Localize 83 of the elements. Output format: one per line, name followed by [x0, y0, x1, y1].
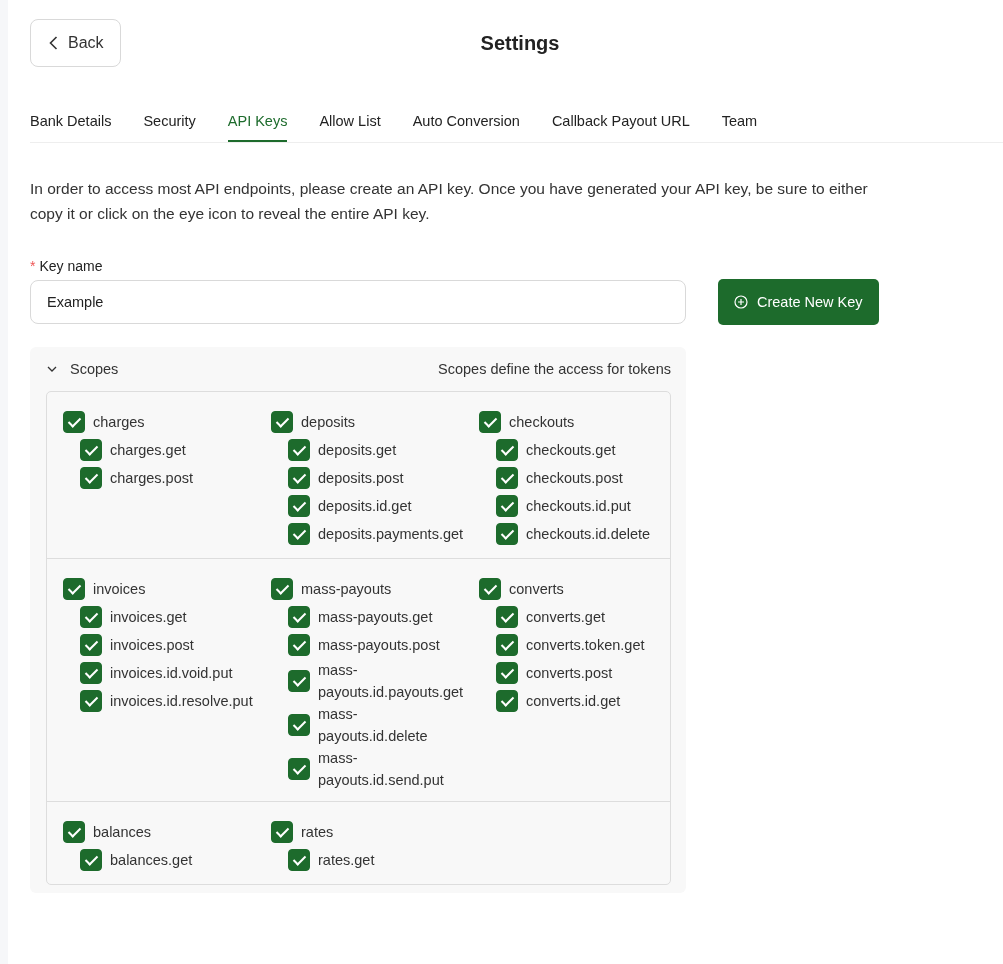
scope-label: mass-payouts: [301, 580, 392, 599]
scope-label: checkouts.post: [526, 469, 623, 488]
scope-label: invoices: [93, 580, 146, 599]
scope-label: deposits.post: [318, 469, 404, 488]
scope-label: checkouts.get: [526, 441, 616, 460]
checkbox[interactable]: [63, 411, 85, 433]
checkbox[interactable]: [288, 849, 310, 871]
checkbox[interactable]: [496, 634, 518, 656]
checkbox[interactable]: [80, 439, 102, 461]
checkbox[interactable]: [288, 714, 310, 736]
checkbox[interactable]: [80, 690, 102, 712]
tab[interactable]: Security: [143, 110, 196, 142]
scope-label: invoices.get: [110, 608, 187, 627]
scope-label: invoices.id.resolve.put: [110, 692, 253, 711]
scope-label: mass-payouts.get: [318, 608, 433, 627]
scope-label: converts.token.get: [526, 636, 645, 655]
tab[interactable]: API Keys: [227, 110, 288, 142]
scope-label: mass-payouts.post: [318, 636, 440, 655]
checkbox[interactable]: [479, 578, 501, 600]
scope-label: converts.post: [526, 664, 613, 683]
scope-label: checkouts: [509, 413, 575, 432]
checkbox[interactable]: [80, 634, 102, 656]
checkbox[interactable]: [288, 758, 310, 780]
scope-label: rates: [301, 823, 334, 842]
scope-label: converts: [509, 580, 564, 599]
scopes-hint: Scopes define the access for tokens: [438, 361, 671, 377]
checkbox[interactable]: [496, 606, 518, 628]
checkbox[interactable]: [496, 662, 518, 684]
description-text: In order to access most API endpoints, please create an API key. Once you have generated your API key, be sure to either copy it or click on the eye icon to reveal the entire API key.: [30, 179, 869, 224]
scopes-toggle[interactable]: Scopes: [46, 361, 119, 377]
checkbox[interactable]: [496, 467, 518, 489]
checkbox[interactable]: [496, 439, 518, 461]
checkbox[interactable]: [63, 821, 85, 843]
checkbox[interactable]: [288, 523, 310, 545]
required-mark: *: [30, 258, 36, 274]
checkbox[interactable]: [496, 495, 518, 517]
scope-label: converts.id.get: [526, 692, 621, 711]
checkbox[interactable]: [288, 670, 310, 692]
create-key-button[interactable]: Create New Key: [718, 279, 879, 325]
checkbox[interactable]: [288, 495, 310, 517]
checkbox[interactable]: [479, 411, 501, 433]
tab[interactable]: Auto Conversion: [412, 110, 520, 142]
plus-circle-icon: [734, 295, 748, 309]
checkbox[interactable]: [496, 523, 518, 545]
scope-label: charges.get: [110, 441, 186, 460]
checkbox[interactable]: [80, 849, 102, 871]
scope-label: invoices.id.void.put: [110, 664, 233, 683]
tab[interactable]: Callback Payout URL: [551, 110, 690, 142]
checkbox[interactable]: [80, 467, 102, 489]
scope-label: deposits: [301, 413, 355, 432]
scope-label: invoices.post: [110, 636, 194, 655]
field-label: Key name: [39, 258, 103, 274]
back-button[interactable]: Back: [30, 19, 121, 67]
checkbox[interactable]: [271, 821, 293, 843]
tab[interactable]: Allow List: [319, 110, 381, 142]
checkbox[interactable]: [288, 606, 310, 628]
chevron-icon: [47, 364, 57, 374]
tab[interactable]: Bank Details: [30, 110, 112, 142]
scope-label: deposits.id.get: [318, 497, 412, 516]
scope-label: balances: [93, 823, 152, 842]
checkbox[interactable]: [288, 467, 310, 489]
scope-label: converts.get: [526, 608, 605, 627]
checkbox[interactable]: [80, 662, 102, 684]
key-name-field[interactable]: Example: [30, 280, 686, 324]
chevron-left-icon: [49, 36, 58, 50]
scope-label: rates.get: [318, 851, 375, 870]
checkbox[interactable]: [80, 606, 102, 628]
checkbox[interactable]: [63, 578, 85, 600]
scope-label: deposits.get: [318, 441, 397, 460]
tab[interactable]: Team: [721, 110, 758, 142]
checkbox[interactable]: [271, 411, 293, 433]
scope-label: mass-payouts.id.send.put: [318, 749, 445, 790]
checkbox[interactable]: [496, 690, 518, 712]
scope-label: checkouts.id.delete: [526, 525, 651, 544]
scope-label: deposits.payments.get: [318, 525, 464, 544]
scope-label: balances.get: [110, 851, 193, 870]
page-title: Settings: [479, 31, 560, 55]
checkbox[interactable]: [271, 578, 293, 600]
scope-label: charges: [93, 413, 145, 432]
scope-label: checkouts.id.put: [526, 497, 631, 516]
checkbox[interactable]: [288, 439, 310, 461]
scope-label: charges.post: [110, 469, 194, 488]
checkbox[interactable]: [288, 634, 310, 656]
